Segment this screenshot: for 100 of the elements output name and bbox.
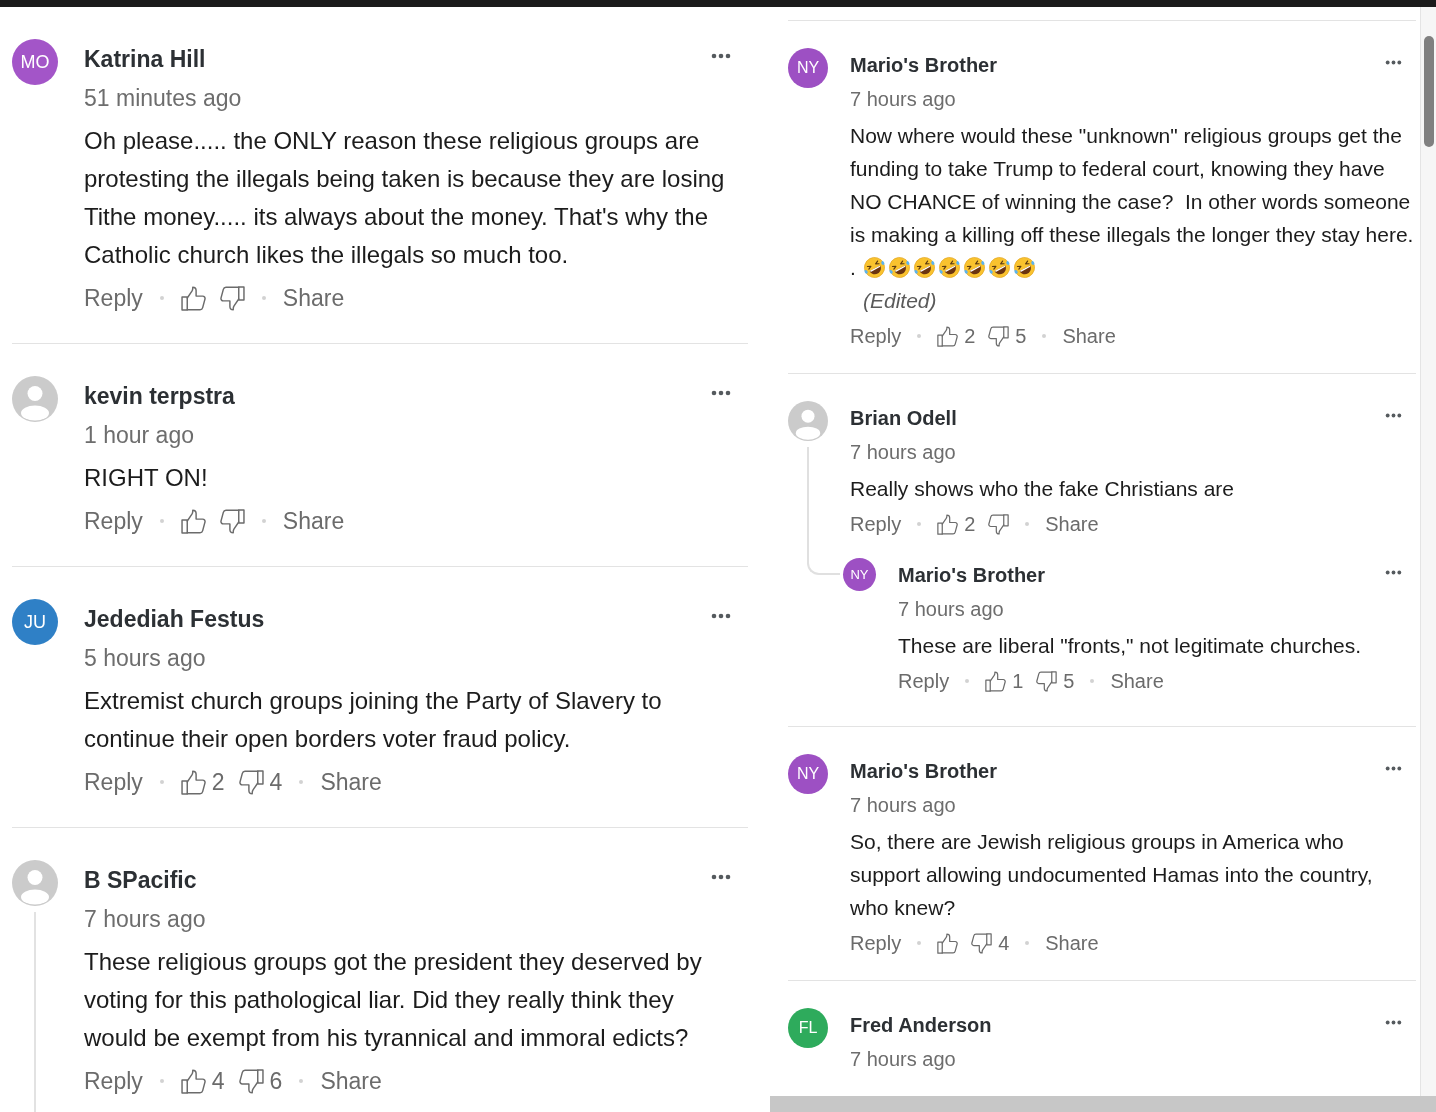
laughing-face-icon: [987, 256, 1011, 279]
more-options-icon[interactable]: [1384, 570, 1403, 575]
more-options-icon[interactable]: [1384, 766, 1403, 771]
user-avatar: NY: [788, 754, 828, 794]
user-silhouette-icon: [12, 376, 58, 422]
comment-text: Oh please..... the ONLY reason these religious groups are protesting the illegals being taken is because they are losing Tithe money..... its always about the money. That's why the Catholic church likes the illegals so much too.: [84, 126, 726, 270]
like-button[interactable]: 2: [937, 323, 976, 349]
edited-label: (Edited): [863, 288, 937, 314]
timestamp: 7 hours ago: [84, 905, 207, 934]
timestamp: 7 hours ago: [898, 597, 1005, 622]
comment-text: Really shows who the fake Christians are: [850, 476, 1235, 502]
dislike-button[interactable]: 6: [238, 1066, 283, 1096]
scrollbar-thumb[interactable]: [1423, 36, 1434, 147]
reply-button[interactable]: Reply: [850, 323, 902, 349]
thumbs-up-icon: [180, 1068, 206, 1094]
timestamp: 51 minutes ago: [84, 84, 243, 113]
reply-button[interactable]: Reply: [84, 506, 143, 536]
timestamp: 1 hour ago: [84, 421, 195, 450]
user-name: Fred Anderson: [850, 1013, 992, 1038]
laughing-face-icon: [887, 256, 911, 279]
user-avatar: NY: [843, 558, 876, 591]
thumbs-down-icon: [219, 285, 245, 311]
timestamp: 5 hours ago: [84, 644, 207, 673]
dislike-button[interactable]: 4: [238, 767, 283, 797]
comment-text: Extremist church groups joining the Party of Slavery to continue their open borders voter fraud policy.: [84, 686, 663, 754]
laughing-face-icon: [962, 256, 986, 279]
share-button[interactable]: Share: [320, 1066, 382, 1096]
timestamp: 7 hours ago: [850, 87, 957, 112]
thumbs-down-icon: [238, 769, 264, 795]
thumbs-up-icon: [180, 285, 206, 311]
share-button[interactable]: Share: [1045, 511, 1099, 537]
reply-button[interactable]: Reply: [84, 1066, 143, 1096]
like-button[interactable]: [180, 508, 206, 534]
thumbs-up-icon: [985, 670, 1007, 692]
user-name: Jedediah Festus: [84, 605, 265, 634]
dislike-button[interactable]: [219, 508, 245, 534]
thumbs-down-icon: [988, 513, 1010, 535]
share-button[interactable]: Share: [282, 283, 345, 313]
dislike-button[interactable]: [219, 285, 245, 311]
user-name: B SPacific: [84, 866, 197, 895]
more-options-icon[interactable]: [1384, 60, 1403, 65]
reply-button[interactable]: Reply: [898, 668, 950, 694]
timestamp: 7 hours ago: [850, 1047, 957, 1072]
thumbs-down-icon: [971, 932, 993, 954]
thumbs-down-icon: [219, 508, 245, 534]
thumbs-down-icon: [238, 1068, 264, 1094]
timestamp: 7 hours ago: [850, 793, 957, 818]
user-avatar: MO: [12, 39, 58, 85]
user-avatar: NY: [788, 48, 828, 88]
user-silhouette-icon: [788, 401, 828, 441]
comment-text: So, there are Jewish religious groups in America who support allowing undocumented Hamas into the country, who knew?: [850, 829, 1374, 921]
laughing-face-icon: [862, 256, 886, 279]
share-button[interactable]: Share: [1045, 930, 1099, 956]
dislike-button[interactable]: [988, 513, 1010, 535]
more-options-icon[interactable]: [711, 874, 731, 880]
more-options-icon[interactable]: [711, 390, 731, 396]
more-options-icon[interactable]: [711, 53, 731, 59]
user-silhouette-icon: [12, 860, 58, 906]
thumbs-up-icon: [937, 513, 959, 535]
comment-text: These are liberal "fronts," not legitimate churches.: [898, 633, 1363, 659]
more-options-icon[interactable]: [1384, 1020, 1403, 1025]
comment-text: Now where would these "unknown" religious groups get the funding to take Trump to federal court, knowing they have NO CHANCE of winning the case? In other words someone is making a killing off these illegals the longer they stay here.: [850, 123, 1415, 248]
user-avatar: JU: [12, 599, 58, 645]
user-name: Mario's Brother: [898, 563, 1045, 588]
user-avatar: FL: [788, 1008, 828, 1048]
more-options-icon[interactable]: [1384, 413, 1403, 418]
user-name: kevin terpstra: [84, 382, 235, 411]
user-name: Mario's Brother: [850, 53, 997, 78]
like-button[interactable]: 4: [180, 1066, 225, 1096]
like-button[interactable]: [937, 932, 959, 954]
like-button[interactable]: 2: [180, 767, 225, 797]
dislike-button[interactable]: 4: [971, 930, 1010, 956]
laughing-face-icon: [937, 256, 961, 279]
share-button[interactable]: Share: [282, 506, 345, 536]
like-button[interactable]: 1: [985, 668, 1024, 694]
thumbs-up-icon: [937, 932, 959, 954]
reply-button[interactable]: Reply: [850, 511, 902, 537]
laughing-face-icon: [1012, 256, 1036, 279]
reply-button[interactable]: Reply: [84, 283, 143, 313]
like-button[interactable]: [180, 285, 206, 311]
thumbs-up-icon: [937, 325, 959, 347]
share-button[interactable]: Share: [1062, 323, 1116, 349]
comment-text: These religious groups got the president they deserved by voting for this pathological liar. Did they really think they would be exempt from his tyrannical and immoral edicts?: [84, 947, 703, 1053]
share-button[interactable]: Share: [320, 767, 382, 797]
dislike-button[interactable]: 5: [1036, 668, 1075, 694]
share-button[interactable]: Share: [1110, 668, 1164, 694]
thumbs-up-icon: [180, 769, 206, 795]
dislike-button[interactable]: 5: [988, 323, 1027, 349]
reply-button[interactable]: Reply: [84, 767, 143, 797]
more-options-icon[interactable]: [711, 613, 731, 619]
thumbs-up-icon: [180, 508, 206, 534]
reply-button[interactable]: Reply: [850, 930, 902, 956]
like-button[interactable]: 2: [937, 511, 976, 537]
user-name: Brian Odell: [850, 406, 957, 431]
user-name: Mario's Brother: [850, 759, 997, 784]
timestamp: 7 hours ago: [850, 440, 957, 465]
comment-text: .: [850, 255, 856, 281]
thumbs-down-icon: [1036, 670, 1058, 692]
thumbs-down-icon: [988, 325, 1010, 347]
comment-text: RIGHT ON!: [84, 463, 209, 493]
